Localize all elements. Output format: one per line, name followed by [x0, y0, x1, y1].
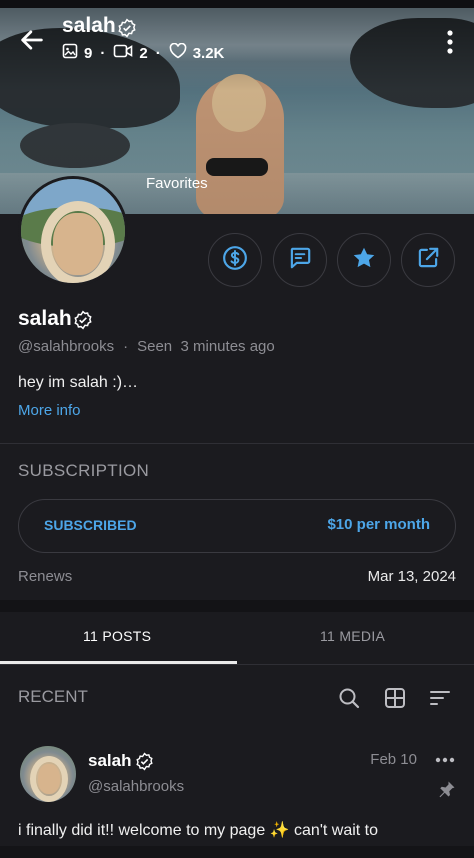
status-strip — [0, 0, 474, 8]
post-author-handle: @salahbrooks — [88, 778, 185, 795]
subscription-button[interactable]: SUBSCRIBED $10 per month — [18, 499, 456, 553]
video-icon — [113, 43, 133, 63]
profile-handle-line: @salahbrooks · Seen 3 minutes ago — [18, 338, 275, 355]
star-icon — [351, 245, 377, 276]
dollar-circle-icon — [222, 245, 248, 276]
bottom-edge — [0, 846, 474, 858]
likes-count: 3.2K — [192, 44, 225, 62]
back-arrow-icon[interactable] — [18, 26, 46, 54]
image-icon — [62, 43, 78, 63]
message-button[interactable] — [273, 233, 327, 287]
seen-time: 3 minutes ago — [180, 338, 275, 355]
divider — [0, 664, 474, 665]
tab-media[interactable]: 11 MEDIA — [320, 628, 385, 644]
verified-badge-icon — [117, 18, 137, 43]
post-date: Feb 10 — [370, 751, 417, 768]
more-horizontal-icon[interactable] — [434, 752, 456, 768]
more-info-link[interactable]: More info — [18, 402, 81, 419]
renews-date: Mar 13, 2024 — [367, 568, 456, 585]
header-name: salah — [62, 14, 116, 37]
profile-avatar[interactable] — [18, 176, 128, 286]
tab-posts[interactable]: 11 POSTS — [83, 628, 151, 644]
verified-badge-icon — [73, 310, 93, 335]
profile-bio: hey im salah :)… — [18, 374, 139, 391]
profile-name: salah — [18, 307, 72, 330]
subscription-heading: SUBSCRIPTION — [18, 461, 150, 480]
tip-button[interactable] — [208, 233, 262, 287]
profile-stats: 9 · 2 · 3.2K — [62, 42, 225, 63]
recent-heading: RECENT — [18, 687, 88, 706]
more-vertical-icon[interactable] — [440, 28, 460, 56]
post-text: i finally did it!! welcome to my page ✨ … — [18, 822, 379, 839]
verified-badge-icon — [135, 752, 154, 776]
heart-icon — [169, 42, 187, 63]
message-icon — [287, 245, 313, 276]
favorite-button[interactable] — [337, 233, 391, 287]
post-author-avatar[interactable] — [20, 746, 76, 802]
photos-count: 9 — [84, 44, 93, 62]
cover-caption: Favorites — [146, 175, 208, 192]
sort-icon[interactable] — [428, 686, 452, 710]
post-author-name[interactable]: salah — [88, 751, 131, 771]
pin-icon — [438, 780, 456, 798]
subscription-status: SUBSCRIBED — [44, 517, 137, 533]
share-icon — [415, 245, 441, 276]
search-icon[interactable] — [337, 686, 361, 710]
seen-label: Seen — [137, 338, 173, 355]
profile-handle: @salahbrooks — [18, 338, 115, 355]
subscription-price: $10 per month — [327, 516, 430, 533]
divider — [0, 443, 474, 444]
videos-count: 2 — [139, 44, 148, 62]
share-button[interactable] — [401, 233, 455, 287]
grid-view-icon[interactable] — [383, 686, 407, 710]
renews-label: Renews — [18, 568, 73, 585]
section-separator — [0, 600, 474, 612]
